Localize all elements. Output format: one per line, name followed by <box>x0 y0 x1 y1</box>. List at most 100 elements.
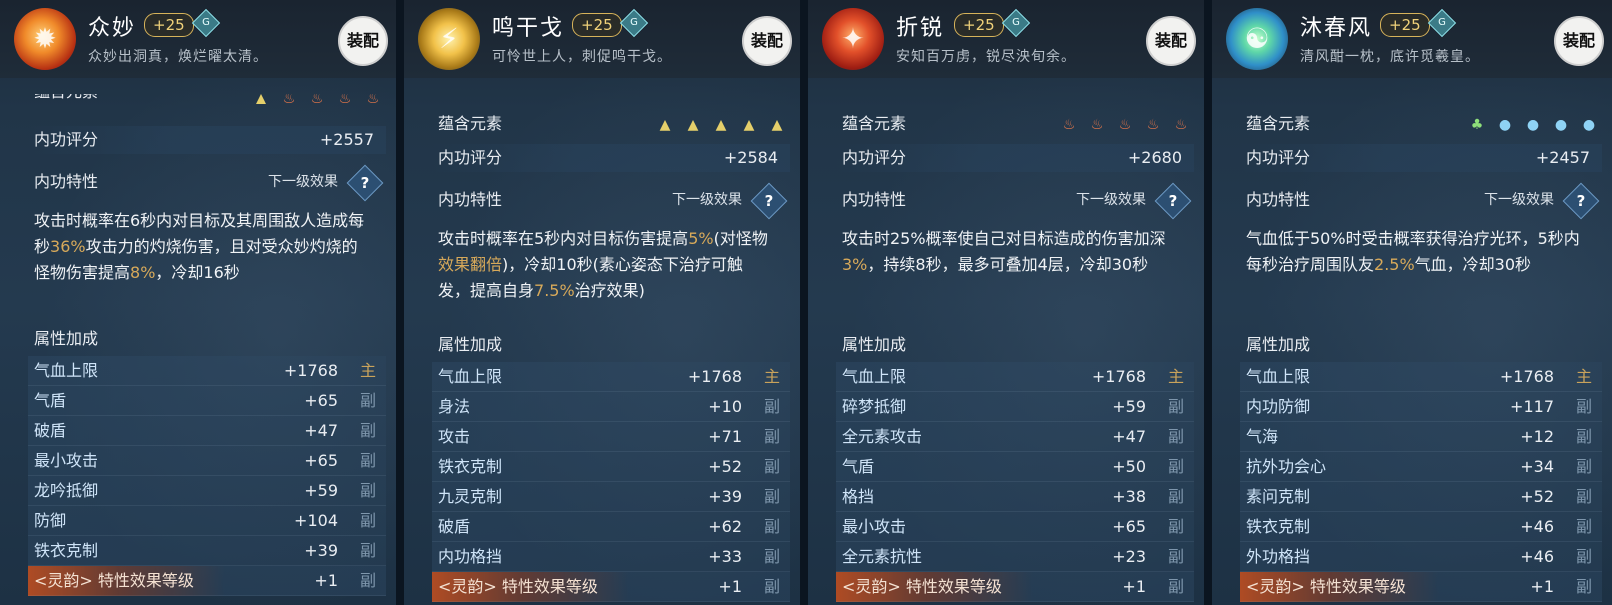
stat-row: 内功格挡 +33 副 <box>432 542 790 572</box>
help-icon-glyph: ? <box>764 192 774 210</box>
attributes-label: 属性加成 <box>34 329 99 348</box>
skill-name: 众妙 <box>88 16 137 41</box>
trait-label: 内功特性 <box>842 190 907 209</box>
linyun-effect-value: +1 <box>314 571 338 590</box>
attributes-label: 属性加成 <box>438 335 503 354</box>
stat-row: 铁衣克制 +46 副 <box>1240 512 1602 542</box>
trait-description: 攻击时25%概率使自己对目标造成的伤害加深 3%，持续8秒，最多可叠加4层，冷却3… <box>842 226 1178 278</box>
help-icon-glyph: ? <box>1168 192 1178 210</box>
enhance-level-badge: +25 <box>572 13 622 37</box>
panel-header: ☯ 沐春风 +25 G 清风酣一枕，底许觅羲皇。 装配 <box>1212 0 1612 78</box>
sub-stat-tag: 副 <box>359 481 376 500</box>
element-icons: ♣ ● ● ● ● <box>1456 114 1596 133</box>
stat-value: +23 <box>1112 547 1146 566</box>
linyun-effect-value: +1 <box>1530 577 1554 596</box>
help-icon[interactable]: ? <box>1154 182 1192 220</box>
score-row: 内功评分 +2584 <box>432 144 790 172</box>
fire-element-icon: ♨ <box>1062 117 1076 133</box>
panel-content: 蕴含元素 ♨ ♨ ♨ ♨ ♨ 内功评分 +2680 内功特性 下一级效果? 攻击时25%概率使自己对… <box>836 80 1194 605</box>
stat-value: +39 <box>304 541 338 560</box>
stat-value: +47 <box>1112 427 1146 446</box>
sub-stat-tag: 副 <box>359 391 376 410</box>
skill-subtitle: 众妙出洞真，焕烂曜太清。 <box>88 49 268 65</box>
stat-name: 气血上限 <box>842 367 907 386</box>
earth-element-icon: ▲ <box>743 117 755 133</box>
stat-value: +59 <box>1112 397 1146 416</box>
help-icon[interactable]: ? <box>750 182 788 220</box>
sub-stat-tag: 副 <box>763 427 780 446</box>
description-text: 治疗效果) <box>574 281 645 300</box>
elements-row: 蕴含元素 ♨ ♨ ♨ ♨ ♨ <box>836 110 1194 138</box>
equip-button[interactable]: 装配 <box>338 16 388 66</box>
linyun-effect-value: +1 <box>1122 577 1146 596</box>
stat-value: +117 <box>1510 397 1554 416</box>
stat-row: 龙吟抵御 +59 副 <box>28 476 386 506</box>
emblem-glyph-icon: ✦ <box>841 22 865 55</box>
linyun-effect-row: <灵韵> 特性效果等级 +1 副 <box>28 566 386 596</box>
linyun-effect-label: <灵韵> 特性效果等级 <box>34 571 194 590</box>
next-level-effect-link[interactable]: 下一级效果 <box>1076 186 1146 214</box>
fire-element-icon: ♨ <box>1146 117 1160 133</box>
equip-button[interactable]: 装配 <box>742 16 792 66</box>
skill-emblem-icon: ✦ <box>822 8 884 70</box>
stat-row: 气盾 +50 副 <box>836 452 1194 482</box>
sub-stat-tag: 副 <box>1575 577 1592 596</box>
main-stat-tag: 主 <box>359 361 376 380</box>
stat-row: 气血上限 +1768 主 <box>836 362 1194 392</box>
sub-stat-tag: 副 <box>359 571 376 590</box>
equip-button[interactable]: 装配 <box>1146 16 1196 66</box>
stat-value: +1768 <box>1499 367 1554 386</box>
skill-emblem-icon: ✹ <box>14 8 76 70</box>
skill-panel-zherui: ✦ 折锐 +25 G 安知百万虏，锐尽泱旬余。 装配 蕴含元素 ♨ ♨ ♨ ♨ ♨ 内功评分 +2680 内… <box>808 0 1204 605</box>
stat-value: +104 <box>294 511 338 530</box>
skill-subtitle: 安知百万虏，锐尽泱旬余。 <box>896 49 1076 65</box>
highlight-value: 3% <box>842 255 868 274</box>
description-text: 气血，冷却30秒 <box>1414 255 1532 274</box>
stat-name: 素问克制 <box>1246 487 1311 506</box>
next-level-effect-link[interactable]: 下一级效果 <box>672 186 742 214</box>
trait-row: 内功特性 下一级效果? <box>836 182 1194 220</box>
description-text: ，持续8秒，最多可叠加4层，冷却30秒 <box>867 255 1149 274</box>
next-level-effect-link[interactable]: 下一级效果 <box>268 168 338 196</box>
help-icon[interactable]: ? <box>346 164 384 202</box>
enhance-level-badge: +25 <box>144 13 194 37</box>
stat-row: 最小攻击 +65 副 <box>28 446 386 476</box>
stat-row: 全元素攻击 +47 副 <box>836 422 1194 452</box>
trait-description: 气血低于50%时受击概率获得治疗光环，5秒内每秒治疗周围队友2.5%气血，冷却3… <box>1246 226 1586 278</box>
panel-content: 蕴含元素 ▲ ▲ ▲ ▲ ▲ 内功评分 +2584 内功特性 下一级效果? 攻击时概率在5秒内对目标… <box>432 80 790 605</box>
grade-gem-icon: G <box>191 8 221 38</box>
sub-stat-tag: 副 <box>1575 487 1592 506</box>
stat-value: +38 <box>1112 487 1146 506</box>
sub-stat-tag: 副 <box>763 547 780 566</box>
score-label: 内功评分 <box>1246 148 1311 167</box>
description-text: (对怪物 <box>713 229 768 248</box>
skill-panel-minggange: ⚡ 鸣干戈 +25 G 可怜世上人，刺促鸣干戈。 装配 蕴含元素 ▲ ▲ ▲ ▲ ▲ 内功评分 +2584… <box>404 0 800 605</box>
stat-value: +50 <box>1112 457 1146 476</box>
stat-value: +10 <box>708 397 742 416</box>
sub-stat-tag: 副 <box>1575 457 1592 476</box>
stat-row: 铁衣克制 +52 副 <box>432 452 790 482</box>
element-icons: ▲ ▲ ▲ ▲ ▲ <box>644 114 784 133</box>
highlight-value: 7.5% <box>534 281 575 300</box>
sub-stat-tag: 副 <box>1167 457 1184 476</box>
stat-value: +65 <box>304 451 338 470</box>
help-icon[interactable]: ? <box>1562 182 1600 220</box>
stat-value: +52 <box>1520 487 1554 506</box>
trait-row: 内功特性 下一级效果? <box>28 164 386 202</box>
stat-name: 气盾 <box>34 391 67 410</box>
element-icons: ▲ ♨ ♨ ♨ ♨ <box>240 94 380 104</box>
panel-header: ✹ 众妙 +25 G 众妙出洞真，焕烂曜太清。 装配 <box>0 0 396 78</box>
grade-gem-label: G <box>630 17 638 28</box>
sub-stat-tag: 副 <box>1575 547 1592 566</box>
next-level-effect-link[interactable]: 下一级效果 <box>1484 186 1554 214</box>
score-value: +2457 <box>1535 148 1590 167</box>
sub-stat-tag: 副 <box>763 487 780 506</box>
highlight-value: 36% <box>50 237 86 256</box>
sub-stat-tag: 副 <box>359 451 376 470</box>
panel-content: 蕴含元素 ♣ ● ● ● ● 内功评分 +2457 内功特性 下一级效果? 气血低于50%时受击概率… <box>1240 80 1602 605</box>
stat-row: 气血上限 +1768 主 <box>1240 362 1602 392</box>
equip-button[interactable]: 装配 <box>1554 16 1604 66</box>
linyun-effect-label: <灵韵> 特性效果等级 <box>842 577 1002 596</box>
stat-value: +46 <box>1520 517 1554 536</box>
grade-gem-label: G <box>1012 17 1020 28</box>
